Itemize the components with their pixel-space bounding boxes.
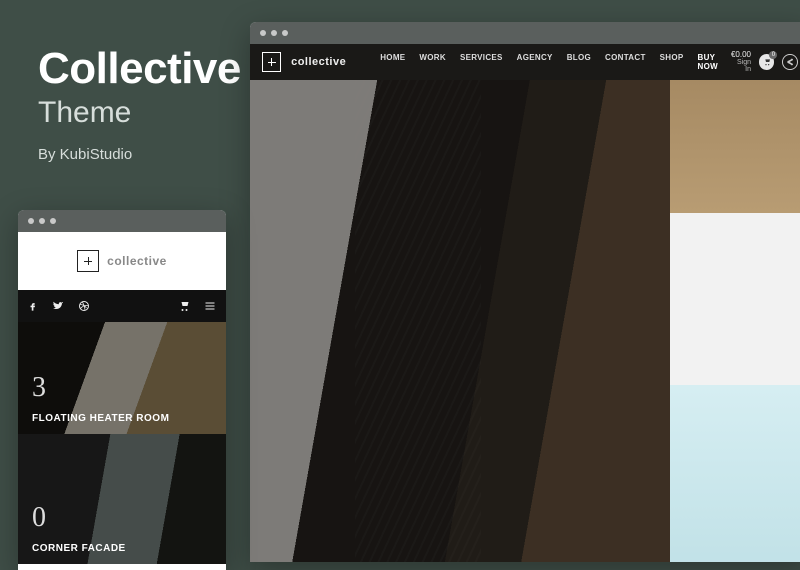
side-thumb-1[interactable] [670, 80, 800, 213]
promo-header: Collective Theme By KubiStudio [38, 44, 241, 163]
card-number: 3 [32, 372, 46, 404]
window-titlebar [18, 210, 226, 232]
share-button[interactable] [782, 54, 798, 70]
hero-overlay-texture [355, 80, 481, 562]
cart-total: €0.00 [730, 51, 751, 59]
window-dot [282, 30, 288, 36]
theme-title: Collective [38, 44, 241, 94]
card-number: 0 [32, 502, 46, 534]
brand-text: collective [291, 56, 346, 68]
twitter-icon[interactable] [52, 300, 64, 312]
nav-work[interactable]: WORK [419, 53, 446, 71]
account-area: €0.00 Sign In 0 [730, 51, 798, 73]
window-dot [39, 218, 45, 224]
logo-icon[interactable] [262, 52, 281, 72]
side-thumb-2[interactable] [670, 213, 800, 385]
nav-buy-now[interactable]: BUY NOW [698, 53, 720, 71]
theme-subtitle: Theme [38, 96, 241, 130]
menu-icon[interactable] [204, 300, 216, 312]
theme-byline: By KubiStudio [38, 146, 241, 163]
card-title: CORNER FACADE [32, 543, 126, 554]
window-titlebar [250, 22, 800, 44]
desktop-body: collective HOME WORK SERVICES AGENCY BLO… [250, 44, 800, 562]
portfolio-card[interactable]: 0 CORNER FACADE [18, 434, 226, 564]
main-nav: HOME WORK SERVICES AGENCY BLOG CONTACT S… [380, 53, 720, 71]
side-thumb-3[interactable] [670, 385, 800, 562]
card-title: FLOATING HEATER ROOM [32, 413, 169, 424]
nav-contact[interactable]: CONTACT [605, 53, 646, 71]
signin-link[interactable]: Sign In [730, 59, 751, 73]
mobile-body: collective 3 FLOATING HEATER RO [18, 232, 226, 570]
price-block: €0.00 Sign In [730, 51, 751, 73]
desktop-preview-frame: collective HOME WORK SERVICES AGENCY BLO… [250, 22, 800, 562]
cart-badge: 0 [769, 51, 777, 59]
brand-text: collective [107, 254, 167, 268]
window-dot [260, 30, 266, 36]
cart-icon [763, 58, 771, 66]
hero-area [250, 80, 800, 562]
logo-icon[interactable] [77, 250, 99, 272]
nav-agency[interactable]: AGENCY [517, 53, 553, 71]
window-dot [271, 30, 277, 36]
mobile-logo-bar: collective [18, 232, 226, 290]
cart-icon[interactable] [178, 300, 190, 312]
cart-button[interactable]: 0 [759, 54, 774, 70]
nav-home[interactable]: HOME [380, 53, 405, 71]
facebook-icon[interactable] [28, 300, 38, 312]
window-dot [50, 218, 56, 224]
nav-blog[interactable]: BLOG [567, 53, 591, 71]
nav-services[interactable]: SERVICES [460, 53, 503, 71]
share-icon [786, 58, 794, 66]
hero-main-image[interactable] [250, 80, 670, 562]
dribbble-icon[interactable] [78, 300, 90, 312]
hero-side-column [670, 80, 800, 562]
portfolio-card[interactable]: 3 FLOATING HEATER ROOM [18, 322, 226, 434]
mobile-icon-bar [18, 290, 226, 322]
window-dot [28, 218, 34, 224]
nav-shop[interactable]: SHOP [660, 53, 684, 71]
site-header: collective HOME WORK SERVICES AGENCY BLO… [250, 44, 800, 80]
mobile-preview-frame: collective 3 FLOATING HEATER RO [18, 210, 226, 570]
